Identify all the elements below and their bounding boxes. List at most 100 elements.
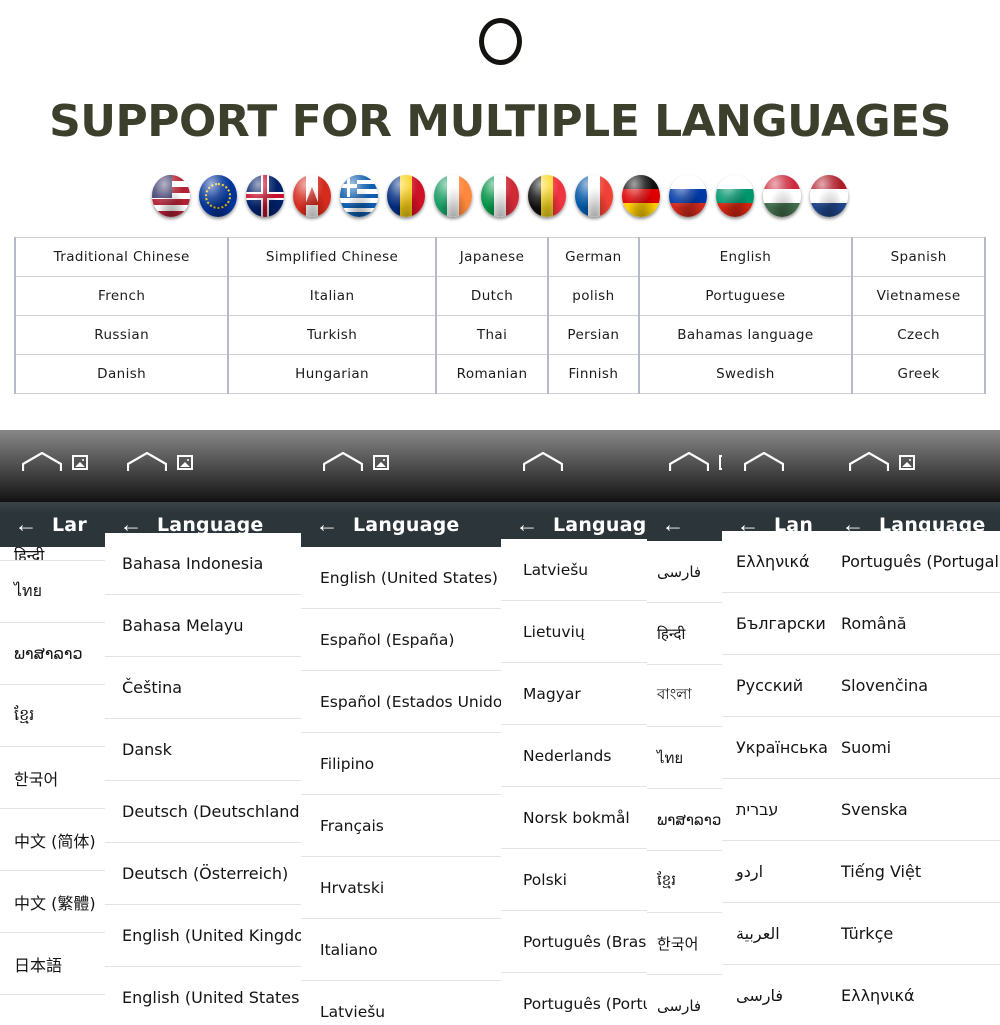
- list-item[interactable]: Hrvatski: [301, 857, 501, 919]
- language-label: Svenska: [841, 800, 908, 819]
- back-arrow-icon[interactable]: ←: [501, 513, 553, 536]
- list-item[interactable]: Русский: [722, 655, 827, 717]
- list-item[interactable]: Dansk: [105, 719, 301, 781]
- list-item[interactable]: ខ្មែរ: [647, 851, 722, 913]
- list-item[interactable]: Latviešu: [301, 981, 501, 1025]
- list-item[interactable]: ພາສາລາວ: [0, 623, 105, 685]
- language-list[interactable]: English (United States) Español (España) E…: [301, 547, 501, 1025]
- list-item[interactable]: Svenska: [827, 779, 1000, 841]
- language-label: Български: [736, 614, 826, 633]
- list-item[interactable]: Filipino: [301, 733, 501, 795]
- list-item[interactable]: Deutsch (Österreich): [105, 843, 301, 905]
- language-label: English (United Kingdom): [122, 926, 301, 945]
- list-item[interactable]: Nederlands: [501, 725, 647, 787]
- list-item[interactable]: Español (España): [301, 609, 501, 671]
- list-item[interactable]: Български: [722, 593, 827, 655]
- list-item[interactable]: English (United States): [301, 547, 501, 609]
- language-list[interactable]: Português (Portugal) Română Slovenčina Suom…: [827, 531, 1000, 1025]
- list-item[interactable]: Magyar: [501, 663, 647, 725]
- app-bar: ← Lar: [0, 502, 105, 547]
- back-arrow-icon[interactable]: ←: [0, 513, 52, 536]
- app-bar-title: Lar: [52, 513, 87, 536]
- list-item[interactable]: Deutsch (Deutschland): [105, 781, 301, 843]
- list-item[interactable]: ខ្មែរ: [0, 685, 105, 747]
- list-item[interactable]: ไทย: [647, 727, 722, 789]
- list-item[interactable]: বাংলা: [647, 665, 722, 727]
- list-item[interactable]: Français: [301, 795, 501, 857]
- language-label: Français: [320, 816, 384, 835]
- language-cell: Swedish: [637, 354, 854, 394]
- list-item[interactable]: ພາສາລາວ: [647, 789, 722, 851]
- list-item[interactable]: فارسی: [647, 541, 722, 603]
- list-item[interactable]: Norsk bokmål: [501, 787, 647, 849]
- language-list[interactable]: हिन्दी ไทย ພາສາລາວ ខ្មែរ 한국어 中文 (简体) 中文 (繁體) 日本…: [0, 547, 105, 995]
- back-arrow-icon[interactable]: ←: [301, 513, 353, 536]
- language-label: فارسی: [736, 986, 783, 1005]
- language-cell: Bahamas language: [637, 315, 854, 355]
- list-item[interactable]: 中文 (简体): [0, 809, 105, 871]
- page-root: SUPPORT FOR MULTIPLE LANGUAGES Tradition…: [0, 0, 1000, 1025]
- list-item[interactable]: Bahasa Indonesia: [105, 533, 301, 595]
- list-item[interactable]: Polski: [501, 849, 647, 911]
- language-label: ไทย: [14, 581, 42, 600]
- language-label: 日本語: [14, 955, 63, 975]
- list-item[interactable]: Español (Estados Unidos): [301, 671, 501, 733]
- list-item[interactable]: Português (Portugal): [827, 531, 1000, 593]
- list-item[interactable]: Ελληνικά: [722, 531, 827, 593]
- language-cell: English: [637, 237, 854, 277]
- android-language-screen-3: ← Language English (United States) Español …: [301, 430, 501, 1025]
- language-label: Deutsch (Deutschland): [122, 802, 301, 821]
- list-item[interactable]: Lietuvių: [501, 601, 647, 663]
- list-item[interactable]: اردو: [722, 841, 827, 903]
- list-item[interactable]: ไทย: [0, 561, 105, 623]
- language-label: Lietuvių: [523, 622, 585, 641]
- language-label: ພາສາລາວ: [657, 810, 722, 829]
- list-item-partial[interactable]: हिन्दी: [0, 547, 105, 561]
- list-item[interactable]: Suomi: [827, 717, 1000, 779]
- list-item[interactable]: Slovenčina: [827, 655, 1000, 717]
- language-cell: Simplified Chinese: [227, 237, 437, 277]
- language-label: Türkçe: [841, 924, 894, 943]
- language-cell: Russian: [13, 315, 230, 355]
- list-item[interactable]: فارسی: [722, 965, 827, 1025]
- language-label: Português (Brasil): [523, 932, 647, 951]
- list-item[interactable]: فارسی: [647, 975, 722, 1025]
- language-label: Suomi: [841, 738, 892, 757]
- table-row: French Italian Dutch polish Portuguese Vietna…: [13, 276, 986, 316]
- list-item[interactable]: Tiếng Việt: [827, 841, 1000, 903]
- list-item[interactable]: English (United States): [105, 967, 301, 1025]
- language-label: 中文 (简体): [14, 831, 96, 851]
- list-item[interactable]: 日本語: [0, 933, 105, 995]
- supported-language-table: Traditional Chinese Simplified Chinese Jap…: [13, 237, 986, 394]
- back-arrow-icon[interactable]: ←: [647, 513, 699, 536]
- language-label: हिन्दी: [657, 624, 686, 643]
- list-item[interactable]: Türkçe: [827, 903, 1000, 965]
- list-item[interactable]: עברית: [722, 779, 827, 841]
- list-item[interactable]: Ελληνικά: [827, 965, 1000, 1025]
- android-language-screen-2: ← Language Bahasa Indonesia Bahasa Melayu Če…: [105, 430, 301, 1025]
- language-label: Português (Portugal): [523, 994, 647, 1013]
- language-label: Hrvatski: [320, 878, 385, 897]
- list-item[interactable]: 中文 (繁體): [0, 871, 105, 933]
- language-cell: Finnish: [547, 354, 640, 394]
- list-item[interactable]: 한국어: [0, 747, 105, 809]
- flag-netherlands-icon: [810, 175, 848, 217]
- list-item[interactable]: Čeština: [105, 657, 301, 719]
- list-item[interactable]: 한국어: [647, 913, 722, 975]
- language-label: Nederlands: [523, 746, 612, 765]
- list-item[interactable]: Italiano: [301, 919, 501, 981]
- list-item[interactable]: Latviešu: [501, 539, 647, 601]
- list-item[interactable]: العربية: [722, 903, 827, 965]
- list-item[interactable]: हिन्दी: [647, 603, 722, 665]
- language-list[interactable]: فارسی हिन्दी বাংলা ไทย ພາສາລາວ ខ្មែរ 한국어 فارسی: [647, 541, 722, 1025]
- list-item[interactable]: Українська: [722, 717, 827, 779]
- language-list[interactable]: Bahasa Indonesia Bahasa Melayu Čeština Dans…: [105, 533, 301, 1025]
- language-list[interactable]: Ελληνικά Български Русский Українська עברית ا…: [722, 531, 827, 1025]
- language-cell: Persian: [547, 315, 640, 355]
- list-item[interactable]: Português (Portugal): [501, 973, 647, 1025]
- list-item[interactable]: English (United Kingdom): [105, 905, 301, 967]
- language-list[interactable]: Latviešu Lietuvių Magyar Nederlands Norsk bo…: [501, 539, 647, 1025]
- list-item[interactable]: Română: [827, 593, 1000, 655]
- list-item[interactable]: Bahasa Melayu: [105, 595, 301, 657]
- list-item[interactable]: Português (Brasil): [501, 911, 647, 973]
